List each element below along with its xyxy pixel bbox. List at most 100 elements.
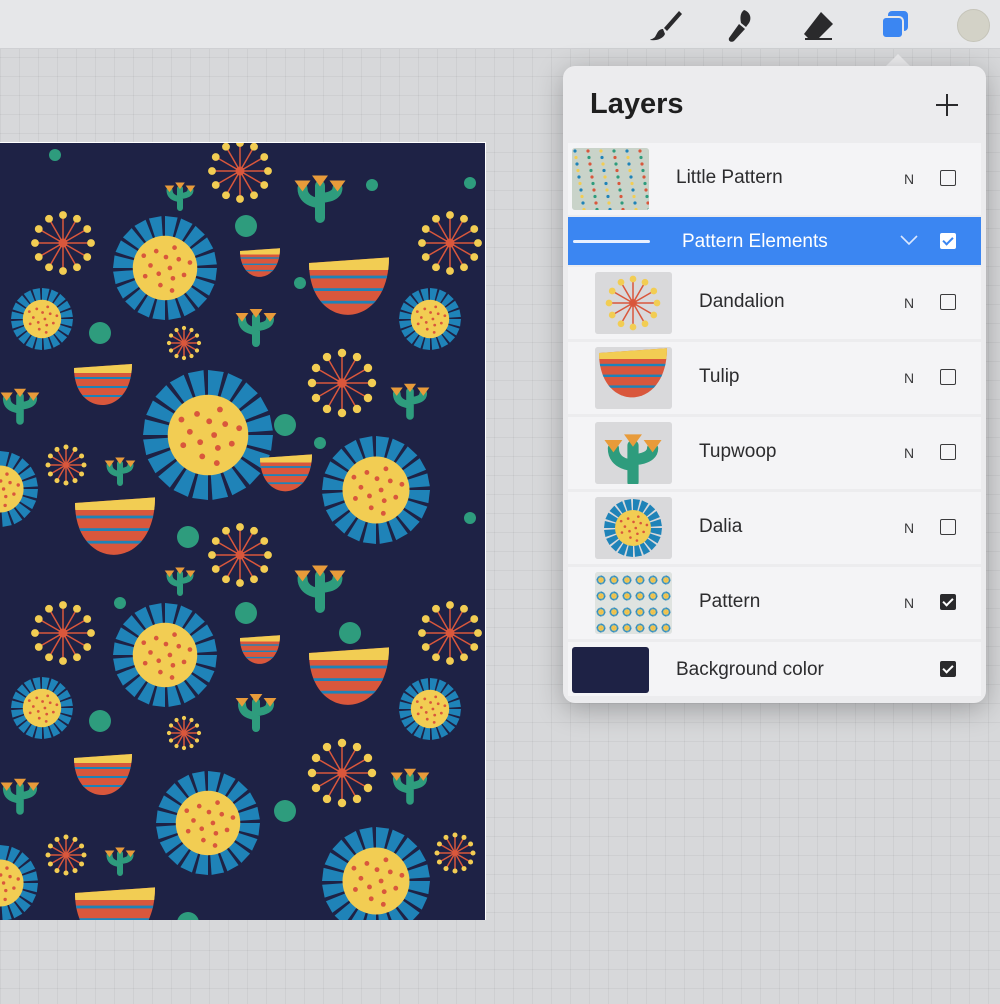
dalia-motif	[156, 771, 260, 875]
dandelion-motif	[307, 738, 377, 808]
layer-row-tulip[interactable]: Tulip N	[568, 342, 981, 414]
blend-mode[interactable]: N	[904, 171, 914, 187]
dot-motif	[89, 710, 111, 732]
dandelion-motif	[166, 325, 202, 361]
layer-thumbnail	[595, 422, 672, 484]
visibility-checkbox[interactable]	[940, 294, 956, 310]
dalia-motif	[399, 678, 461, 740]
dot-motif	[114, 597, 126, 609]
pattern-artwork	[0, 143, 482, 920]
layer-row-background-color[interactable]: Background color	[568, 642, 981, 696]
dandelion-motif	[208, 523, 272, 587]
tupwoop-motif	[294, 565, 346, 613]
tulip-motif	[74, 754, 132, 796]
dalia-motif	[11, 677, 73, 739]
dalia-motif	[661, 607, 671, 617]
blend-mode[interactable]: N	[904, 370, 914, 386]
dalia-motif	[648, 623, 658, 633]
dot-motif	[235, 215, 257, 237]
chevron-down-icon[interactable]	[898, 231, 920, 249]
color-well[interactable]	[957, 9, 990, 42]
dalia-motif	[661, 575, 671, 585]
dalia-motif	[322, 827, 430, 920]
blend-mode[interactable]: N	[904, 595, 914, 611]
dalia-motif	[648, 575, 658, 585]
visibility-checkbox[interactable]	[940, 594, 956, 610]
layer-thumbnail	[595, 347, 672, 409]
layer-thumbnail	[595, 497, 672, 559]
dalia-motif	[648, 591, 658, 601]
dalia-motif	[622, 575, 632, 585]
dot-motif	[339, 622, 361, 644]
dalia-motif	[113, 216, 217, 320]
layer-name: Background color	[676, 659, 824, 680]
tupwoop-motif	[164, 567, 196, 596]
layers-icon[interactable]	[876, 6, 916, 46]
tupwoop-motif	[0, 388, 40, 425]
dalia-motif	[635, 575, 645, 585]
dot-motif	[235, 602, 257, 624]
dalia-motif	[635, 623, 645, 633]
dalia-motif	[635, 607, 645, 617]
artwork-canvas[interactable]	[0, 142, 486, 920]
visibility-checkbox[interactable]	[940, 369, 956, 385]
tulip-motif	[75, 887, 155, 920]
dandelion-motif	[45, 444, 87, 486]
blend-mode[interactable]: N	[904, 445, 914, 461]
tulip-motif	[240, 248, 280, 277]
dot-motif	[274, 800, 296, 822]
top-toolbar	[0, 0, 1000, 49]
plus-icon	[936, 94, 958, 116]
layer-row-dalia[interactable]: Dalia N	[568, 492, 981, 564]
layer-row-pattern[interactable]: Pattern N	[568, 567, 981, 639]
dandelion-motif	[45, 834, 87, 876]
layer-group-pattern-elements[interactable]: Pattern Elements	[568, 217, 981, 265]
add-layer-button[interactable]	[933, 91, 961, 119]
dalia-motif	[596, 591, 606, 601]
dot-motif	[49, 149, 61, 161]
dalia-motif	[596, 607, 606, 617]
visibility-checkbox[interactable]	[940, 519, 956, 535]
dalia-motif	[399, 288, 461, 350]
layer-row-little-pattern[interactable]: Little Pattern N	[568, 143, 981, 215]
dot-motif	[177, 526, 199, 548]
tupwoop-motif	[390, 768, 430, 805]
brush-icon[interactable]	[646, 6, 686, 46]
layer-name: Tulip	[699, 366, 740, 387]
visibility-checkbox[interactable]	[940, 233, 956, 249]
dot-motif	[314, 437, 326, 449]
tupwoop-motif	[104, 457, 136, 486]
group-indicator	[573, 240, 650, 243]
dot-motif	[366, 179, 378, 191]
layer-row-tupwoop[interactable]: Tupwoop N	[568, 417, 981, 489]
visibility-checkbox[interactable]	[940, 444, 956, 460]
tupwoop-motif	[104, 847, 136, 876]
layer-name: Little Pattern	[676, 167, 783, 188]
color-swatch	[572, 647, 649, 693]
dalia-motif	[635, 591, 645, 601]
eraser-icon[interactable]	[799, 6, 839, 46]
blend-mode[interactable]: N	[904, 520, 914, 536]
dot-motif	[89, 322, 111, 344]
dalia-motif	[0, 451, 38, 527]
tulip-motif	[240, 635, 280, 664]
tulip-motif	[75, 497, 155, 555]
tupwoop-motif	[294, 175, 346, 223]
blend-mode[interactable]: N	[904, 295, 914, 311]
visibility-checkbox[interactable]	[940, 170, 956, 186]
smudge-icon[interactable]	[722, 6, 762, 46]
layer-row-dandalion[interactable]: Dandalion N	[568, 267, 981, 339]
layer-name: Pattern	[699, 591, 761, 612]
dot-motif	[274, 414, 296, 436]
dalia-motif	[596, 575, 606, 585]
tulip-motif	[309, 647, 389, 705]
dalia-motif	[596, 623, 606, 633]
dalia-motif	[609, 607, 619, 617]
visibility-checkbox[interactable]	[940, 661, 956, 677]
dot-motif	[294, 277, 306, 289]
panel-title: Layers	[590, 88, 684, 120]
dalia-motif	[609, 591, 619, 601]
tupwoop-motif	[235, 309, 277, 347]
dalia-motif	[322, 436, 430, 544]
dot-motif	[464, 512, 476, 524]
